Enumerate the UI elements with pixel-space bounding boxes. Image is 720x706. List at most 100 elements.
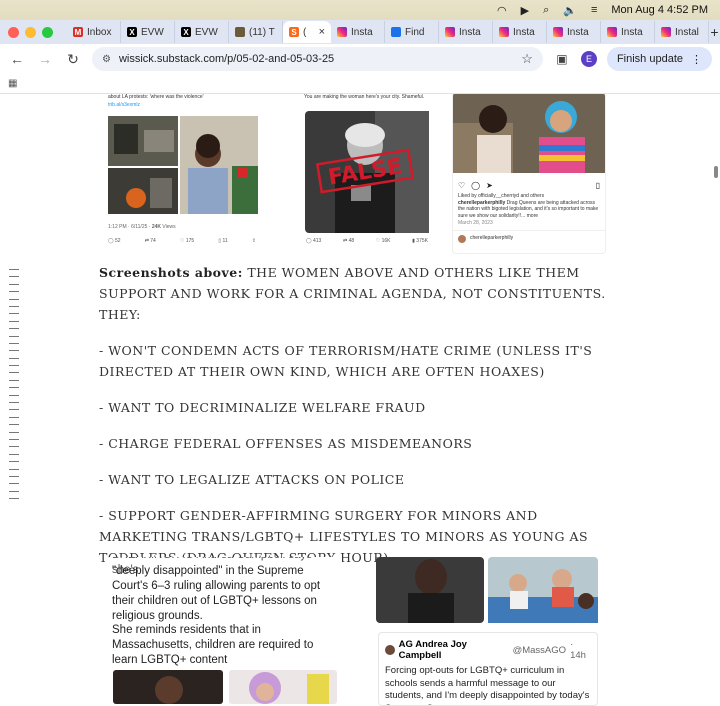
- toc-marker[interactable]: [9, 453, 19, 455]
- false-post-likes[interactable]: ♡ 16K: [376, 238, 391, 245]
- toc-marker[interactable]: [9, 379, 19, 381]
- play-icon[interactable]: ▶: [521, 4, 529, 17]
- browser-tab[interactable]: Insta: [493, 21, 547, 43]
- comment-icon[interactable]: ◯: [471, 181, 480, 190]
- bookmark-button[interactable]: ▯ 11: [218, 238, 227, 245]
- search-icon[interactable]: ⌕: [543, 4, 549, 17]
- browser-tab[interactable]: S (×: [283, 21, 331, 43]
- table-of-contents-rail[interactable]: [9, 269, 19, 500]
- apps-grid-icon[interactable]: ▦: [8, 78, 17, 89]
- browser-tab[interactable]: Insta: [601, 21, 655, 43]
- false-post-replies[interactable]: ◯ 413: [306, 238, 321, 245]
- x-icon: X: [181, 27, 191, 37]
- retweet-count: 74: [150, 238, 156, 244]
- heart-icon[interactable]: ♡: [458, 181, 465, 190]
- false-post-views[interactable]: ▮ 375K: [412, 238, 428, 245]
- instagram-account-avatar: [458, 234, 466, 243]
- toc-marker[interactable]: [9, 431, 19, 433]
- forward-button[interactable]: →: [36, 51, 54, 67]
- reload-button[interactable]: ↻: [64, 51, 82, 68]
- wifi-icon[interactable]: ◠: [497, 4, 507, 17]
- browser-tab[interactable]: Instal: [655, 21, 709, 43]
- article-intro-bold: Screenshots above:: [99, 265, 243, 280]
- toc-marker[interactable]: [9, 350, 19, 352]
- volume-icon[interactable]: 🔈: [563, 4, 577, 17]
- site-info-icon[interactable]: ⚙: [102, 54, 111, 65]
- toc-marker[interactable]: [9, 424, 19, 426]
- toc-marker[interactable]: [9, 357, 19, 359]
- toc-marker[interactable]: [9, 402, 19, 404]
- ag-tweet-time: · 14h: [570, 639, 586, 661]
- toc-marker[interactable]: [9, 342, 19, 344]
- new-tab-button[interactable]: +: [709, 24, 720, 40]
- toc-marker[interactable]: [9, 409, 19, 411]
- back-button[interactable]: ←: [8, 51, 26, 67]
- toc-marker[interactable]: [9, 372, 19, 374]
- browser-tab[interactable]: X EVW: [175, 21, 229, 43]
- cast-icon[interactable]: ▣: [553, 52, 571, 66]
- toc-marker[interactable]: [9, 313, 19, 315]
- browser-tab[interactable]: X EVW: [121, 21, 175, 43]
- share-icon[interactable]: ⇪: [252, 238, 256, 245]
- toc-marker[interactable]: [9, 305, 19, 307]
- toc-marker[interactable]: [9, 365, 19, 367]
- zoom-window-button[interactable]: [42, 26, 53, 38]
- toc-marker[interactable]: [9, 291, 19, 293]
- instagram-actions: ♡ ◯ ➤ ▯: [453, 178, 605, 193]
- instagram-icon: [337, 27, 347, 37]
- toc-marker[interactable]: [9, 387, 19, 389]
- tab-label: Instal: [675, 26, 699, 38]
- browser-tab[interactable]: Find: [385, 21, 439, 43]
- menu-bar-clock[interactable]: Mon Aug 4 4:52 PM: [611, 4, 708, 16]
- toc-marker[interactable]: [9, 468, 19, 470]
- control-center-icon[interactable]: ≡: [591, 4, 597, 16]
- toc-marker[interactable]: [9, 328, 19, 330]
- toc-marker[interactable]: [9, 461, 19, 463]
- toc-marker[interactable]: [9, 475, 19, 477]
- toc-marker[interactable]: [9, 283, 19, 285]
- substack-icon: S: [289, 27, 299, 37]
- browser-tab[interactable]: Insta: [439, 21, 493, 43]
- bookmark-star-icon[interactable]: ☆: [521, 51, 533, 67]
- toc-marker[interactable]: [9, 394, 19, 396]
- toc-marker[interactable]: [9, 298, 19, 300]
- profile-avatar[interactable]: E: [580, 51, 597, 67]
- address-bar[interactable]: ⚙ wissick.substack.com/p/05-02-and-05-03…: [92, 47, 543, 71]
- toc-marker[interactable]: [9, 416, 19, 418]
- browser-tab[interactable]: Insta: [547, 21, 601, 43]
- toc-marker[interactable]: [9, 498, 19, 500]
- false-post-reposts[interactable]: ⇄ 48: [343, 238, 354, 245]
- close-tab-icon[interactable]: ×: [319, 26, 325, 38]
- finish-update-button[interactable]: Finish update ⋮: [606, 47, 712, 71]
- toc-marker[interactable]: [9, 446, 19, 448]
- browser-tab[interactable]: M Inbox: [67, 21, 121, 43]
- instagram-icon: [607, 27, 617, 37]
- close-window-button[interactable]: [8, 26, 19, 38]
- ag-tweet-card[interactable]: AG Andrea Joy Campbell @MassAGO · 14h Fo…: [378, 632, 598, 706]
- save-icon[interactable]: ▯: [596, 181, 600, 190]
- tweet-link[interactable]: trib.al/s3exmlz: [108, 102, 140, 109]
- reply-button[interactable]: ◯ 52: [108, 238, 121, 245]
- instagram-caption-user[interactable]: cherelleparkerphilly: [458, 200, 505, 206]
- browser-tab[interactable]: (11) T: [229, 21, 283, 43]
- toc-marker[interactable]: [9, 320, 19, 322]
- instagram-account-row[interactable]: cherelleparkerphilly: [453, 229, 605, 247]
- send-icon[interactable]: ➤: [486, 181, 493, 190]
- bookmarks-bar: ▦: [0, 74, 720, 94]
- toc-marker[interactable]: [9, 335, 19, 337]
- toc-marker[interactable]: [9, 276, 19, 278]
- browser-tab[interactable]: Insta: [331, 21, 385, 43]
- toc-marker[interactable]: [9, 269, 19, 270]
- toc-marker[interactable]: [9, 438, 19, 440]
- scrollbar-thumb[interactable]: [714, 166, 718, 178]
- toc-marker[interactable]: [9, 483, 19, 485]
- toc-marker[interactable]: [9, 490, 19, 492]
- retweet-button[interactable]: ⇄ 74: [145, 238, 156, 245]
- minimize-window-button[interactable]: [25, 26, 36, 38]
- like-button[interactable]: ♡ 175: [180, 238, 194, 245]
- tab-label: EVW: [141, 26, 164, 38]
- finish-update-label: Finish update: [616, 53, 683, 65]
- ag-tweet-name: AG Andrea Joy Campbell: [398, 639, 467, 661]
- ag-tweet-handle: @MassAGO: [512, 644, 567, 656]
- tab-list: M Inbox X EVW X EVW (11) T S (× Insta Find Insta Ins…: [67, 21, 709, 43]
